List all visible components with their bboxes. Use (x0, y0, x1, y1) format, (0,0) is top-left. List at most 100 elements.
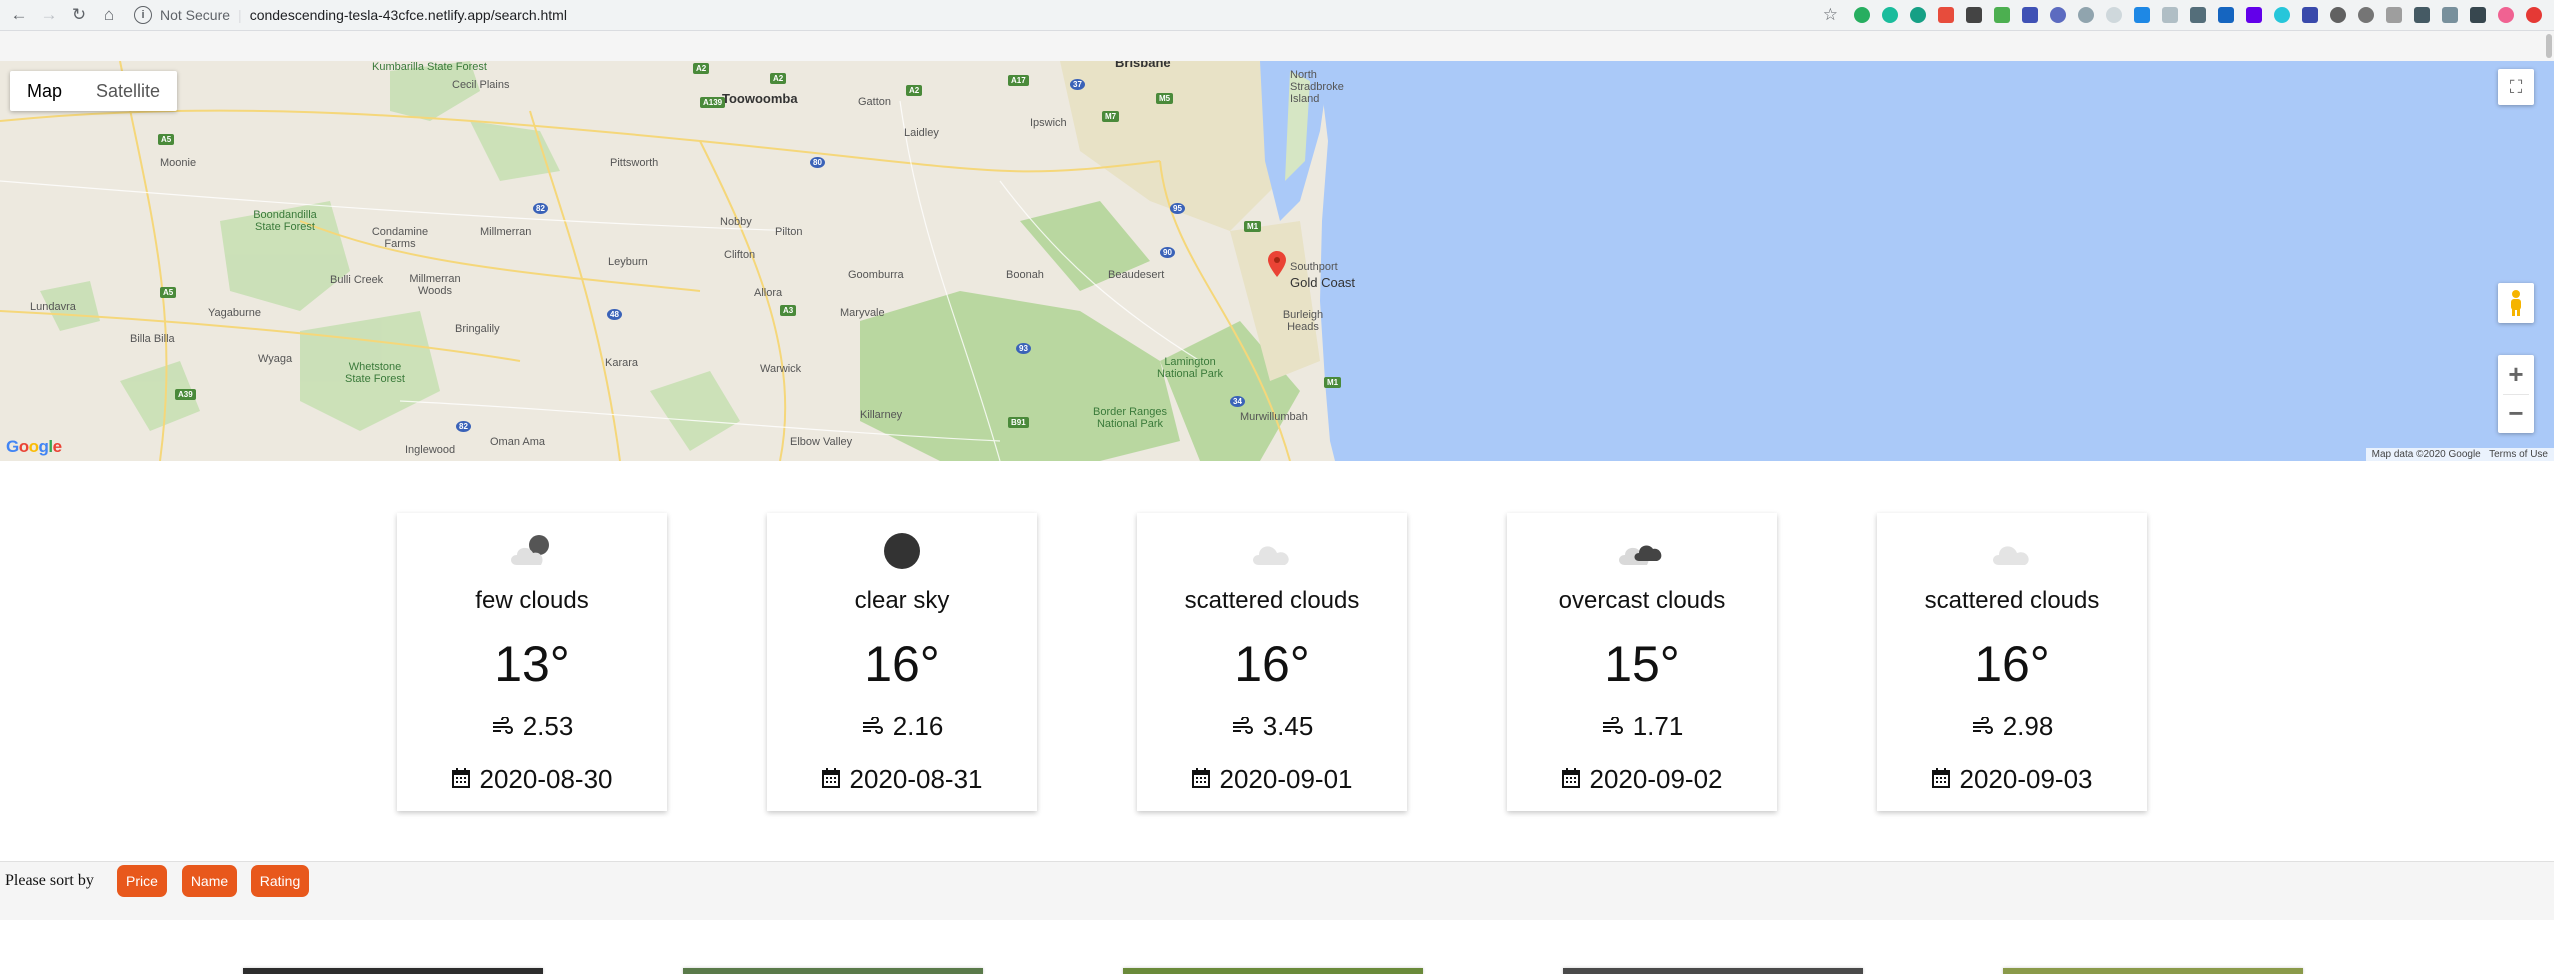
info-icon[interactable]: i (134, 6, 152, 24)
extension-icon[interactable] (2358, 7, 2374, 23)
road-shield: A2 (770, 73, 787, 84)
extension-icon[interactable] (2050, 7, 2066, 23)
temperature: 16° (1974, 636, 2050, 692)
map-label: Maryvale (840, 307, 885, 319)
extension-icon[interactable] (2134, 7, 2150, 23)
grammarly-extension-icon[interactable] (1854, 7, 1870, 23)
map-type-satellite[interactable]: Satellite (79, 71, 177, 111)
translate-extension-icon[interactable] (2022, 7, 2038, 23)
wind-speed: 2.53 (491, 711, 573, 742)
road-shield: A2 (906, 85, 923, 96)
road-shield: A39 (175, 389, 196, 400)
road-shield: M1 (1324, 377, 1342, 388)
extension-icon[interactable] (2274, 7, 2290, 23)
map-label: Moonie (160, 157, 197, 169)
map-label: Boonah (1006, 269, 1044, 281)
home-icon[interactable]: ⌂ (98, 4, 120, 26)
road-shield: M1 (1244, 221, 1262, 232)
forecast-card: clear sky 16° 2.16 2020-08-31 (767, 513, 1037, 811)
forward-icon[interactable]: → (38, 4, 60, 26)
back-icon[interactable]: ← (8, 4, 30, 26)
sort-label: Please sort by (5, 872, 94, 889)
profile-avatar[interactable] (2498, 7, 2514, 23)
few-clouds-icon (507, 531, 557, 573)
map-label: Brisbane (1115, 61, 1171, 70)
map-label: Gatton (858, 96, 892, 108)
result-card-image[interactable] (1123, 968, 1423, 974)
result-card-image[interactable] (2003, 968, 2303, 974)
temperature: 16° (1234, 636, 1310, 692)
extension-icon[interactable] (1938, 7, 1954, 23)
puzzle-extensions-icon[interactable] (2470, 7, 2486, 23)
scattered-clouds-icon (1987, 531, 2037, 573)
extension-icon[interactable] (2162, 7, 2178, 23)
map-label: Clifton (724, 249, 756, 261)
drive-extension-icon[interactable] (1994, 7, 2010, 23)
address-bar[interactable]: i Not Secure | condescending-tesla-43cfc… (134, 4, 567, 26)
extension-icon[interactable] (2526, 7, 2542, 23)
extension-icon[interactable] (2414, 7, 2430, 23)
calendar-icon (821, 764, 840, 795)
map-label: Millmerran (480, 226, 532, 238)
zoom-out-icon[interactable]: − (2508, 394, 2523, 433)
temperature: 13° (494, 636, 570, 692)
result-card-image[interactable] (1563, 968, 1863, 974)
date-value: 2020-09-02 (1589, 764, 1723, 794)
calendar-icon (1561, 764, 1580, 795)
extension-icon[interactable] (2218, 7, 2234, 23)
pegman-streetview-icon[interactable] (2498, 283, 2534, 323)
wind-speed: 3.45 (1231, 711, 1314, 742)
road-shield: 37 (1070, 79, 1085, 90)
map-label: Killarney (860, 409, 903, 421)
temperature: 16° (864, 636, 940, 692)
extension-icon[interactable] (2302, 7, 2318, 23)
map[interactable]: Map Satellite ⛶ + − Kumbarilla State For… (0, 61, 2554, 461)
wind-icon (1601, 711, 1623, 742)
extension-icon[interactable] (2106, 7, 2122, 23)
extension-icon[interactable] (1882, 7, 1898, 23)
road-shield: A3 (780, 305, 797, 316)
extension-icon[interactable] (1910, 7, 1926, 23)
road-shield: 82 (456, 421, 471, 432)
map-label: Beaudesert (1108, 269, 1165, 281)
wind-icon (861, 711, 883, 742)
scrollbar[interactable] (2546, 34, 2552, 58)
extension-icon[interactable] (2386, 7, 2402, 23)
google-logo[interactable]: Google (6, 437, 62, 457)
results-list (0, 920, 2554, 974)
extension-icon[interactable] (2078, 7, 2094, 23)
terms-of-use-link[interactable]: Terms of Use (2489, 449, 2548, 460)
sort-rating-button[interactable]: Rating (251, 865, 309, 897)
forecast-date: 2020-09-02 (1561, 764, 1723, 795)
map-attribution: Map data ©2020 Google Terms of Use (2365, 448, 2554, 461)
road-shield: A2 (693, 63, 710, 74)
overcast-clouds-icon (1617, 531, 1667, 573)
result-card-image[interactable] (683, 968, 983, 974)
sort-price-button[interactable]: Price (117, 865, 167, 897)
extension-icon[interactable] (2190, 7, 2206, 23)
extension-icon[interactable] (2330, 7, 2346, 23)
reload-icon[interactable]: ↻ (68, 4, 90, 26)
map-label: Southport (1290, 261, 1338, 273)
wind-value: 3.45 (1262, 711, 1314, 741)
road-shield: 48 (607, 309, 622, 320)
weather-description: clear sky (854, 587, 950, 614)
extension-icon[interactable] (2442, 7, 2458, 23)
bookmark-star-icon[interactable]: ☆ (1823, 5, 1838, 25)
road-shield: 34 (1230, 396, 1245, 407)
zoom-in-icon[interactable]: + (2508, 355, 2523, 394)
extension-icon[interactable] (1966, 7, 1982, 23)
sort-name-button[interactable]: Name (182, 865, 237, 897)
location-marker-icon[interactable] (1268, 251, 1286, 277)
url-text[interactable]: condescending-tesla-43cfce.netlify.app/s… (250, 7, 567, 23)
map-type-map[interactable]: Map (10, 71, 79, 111)
road-shield: 93 (1016, 343, 1031, 354)
date-value: 2020-09-03 (1959, 764, 2093, 794)
map-label: Nobby (720, 216, 752, 228)
map-label: Oman Ama (490, 436, 546, 448)
wind-speed: 2.16 (861, 711, 943, 742)
forecast-card: scattered clouds 16° 2.98 2020-09-03 (1877, 513, 2147, 811)
fullscreen-icon[interactable]: ⛶ (2498, 69, 2534, 105)
extension-icon[interactable] (2246, 7, 2262, 23)
result-card-image[interactable] (243, 968, 543, 974)
